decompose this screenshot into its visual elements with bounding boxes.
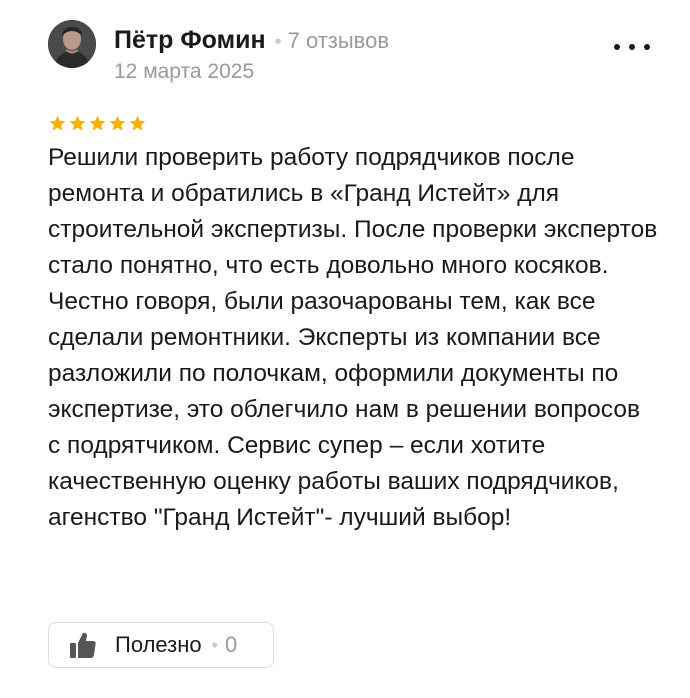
author-name[interactable]: Пётр Фомин <box>114 26 266 55</box>
star-icon <box>129 115 146 131</box>
more-dots-icon <box>644 44 650 50</box>
more-dots-icon <box>629 44 635 50</box>
more-dots-icon <box>614 44 620 50</box>
review-date: 12 марта 2025 <box>114 60 255 83</box>
star-icon <box>69 115 86 131</box>
thumbs-up-icon <box>70 632 96 658</box>
separator-dot: • <box>274 31 282 53</box>
separator-dot: • <box>211 634 218 655</box>
star-rating <box>48 114 147 133</box>
star-icon <box>109 115 126 131</box>
star-icon <box>89 115 106 131</box>
avatar-photo-icon <box>48 20 96 68</box>
author-reviews-count[interactable]: 7 отзывов <box>288 28 389 54</box>
useful-count: 0 <box>224 632 238 657</box>
useful-button[interactable]: Полезно • 0 <box>48 622 274 668</box>
useful-label: Полезно <box>115 632 202 657</box>
author-avatar[interactable] <box>48 20 96 68</box>
star-icon <box>49 115 66 131</box>
author-line: Пётр Фомин • 7 отзывов <box>114 26 389 56</box>
more-options-button[interactable] <box>612 40 652 54</box>
review-text: Решили проверить работу подрядчиков посл… <box>48 144 658 531</box>
